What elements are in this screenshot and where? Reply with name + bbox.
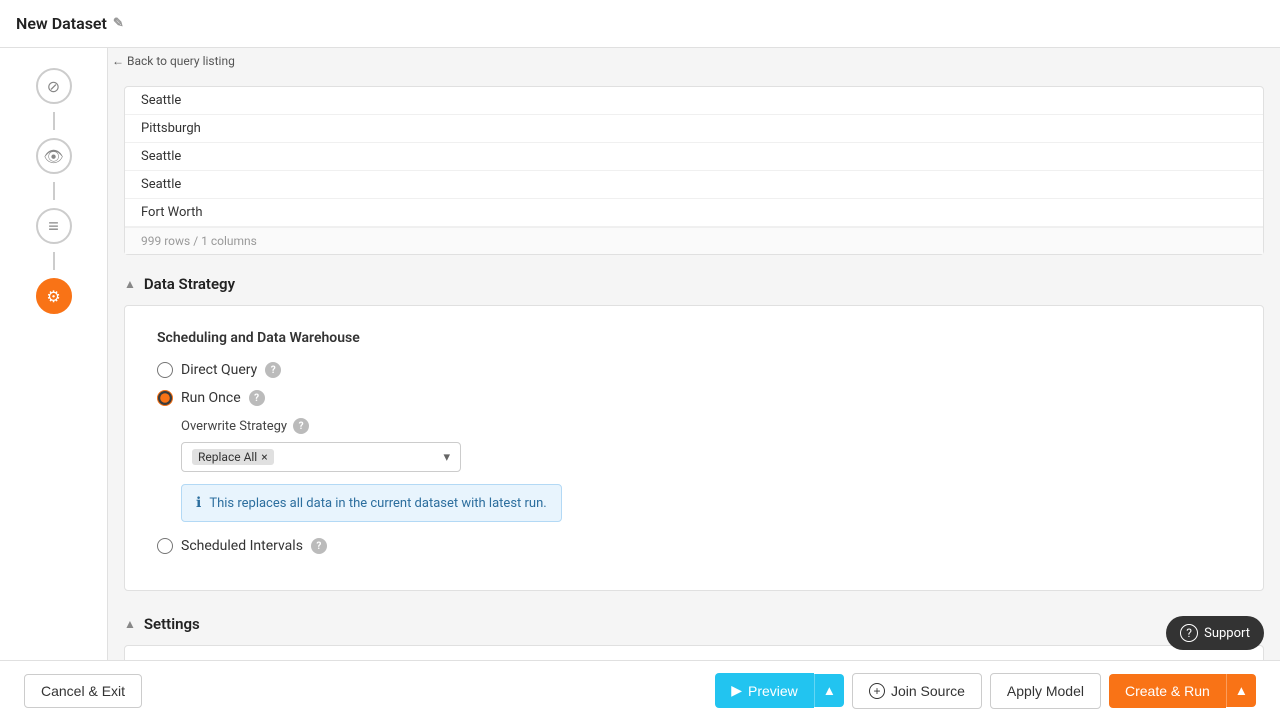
join-source-label: Join Source xyxy=(891,683,965,699)
scheduled-intervals-help-icon[interactable]: ? xyxy=(311,538,327,554)
run-once-label: Run Once xyxy=(181,390,241,406)
direct-query-label: Direct Query xyxy=(181,362,257,378)
plus-circle-icon: + xyxy=(869,683,885,699)
sidebar-circle-1: ⊘ xyxy=(36,68,72,104)
title-text: New Dataset xyxy=(16,14,107,33)
run-once-help-icon[interactable]: ? xyxy=(249,390,265,406)
tag-close-icon[interactable]: × xyxy=(261,450,267,464)
preview-dropdown-button[interactable]: ▲ xyxy=(814,674,844,707)
direct-query-radio[interactable] xyxy=(157,362,173,378)
main-content: Seattle Pittsburgh Seattle Seattle Fort … xyxy=(108,48,1280,660)
connector-2 xyxy=(53,182,55,200)
data-strategy-header[interactable]: ▲ Data Strategy xyxy=(124,263,1264,305)
table-row: Seattle xyxy=(125,171,1263,199)
cancel-exit-button[interactable]: Cancel & Exit xyxy=(24,674,142,708)
preview-table: Seattle Pittsburgh Seattle Seattle Fort … xyxy=(125,87,1263,227)
run-once-option[interactable]: Run Once ? xyxy=(157,390,1231,406)
info-message: This replaces all data in the current da… xyxy=(209,496,546,511)
scheduling-title: Scheduling and Data Warehouse xyxy=(157,330,1231,346)
bottom-bar: Cancel & Exit ▶ Preview ▲ + Join Source … xyxy=(0,660,1280,720)
sidebar-item-2[interactable]: 👁 xyxy=(0,130,107,182)
sidebar-item-1[interactable]: ⊘ xyxy=(0,60,107,112)
run-once-radio[interactable] xyxy=(157,390,173,406)
chevron-up-icon-2: ▲ xyxy=(1235,683,1248,698)
direct-query-help-icon[interactable]: ? xyxy=(265,362,281,378)
data-preview-card: Seattle Pittsburgh Seattle Seattle Fort … xyxy=(124,86,1264,255)
scheduled-intervals-radio[interactable] xyxy=(157,538,173,554)
preview-button[interactable]: ▶ Preview xyxy=(715,673,814,708)
top-bar: New Dataset ✎ xyxy=(0,0,1280,48)
settings-body: Dataset Name* ? Categories ? xyxy=(124,645,1264,660)
overwrite-help-icon[interactable]: ? xyxy=(293,418,309,434)
support-button[interactable]: ? Support xyxy=(1166,616,1264,650)
connector-3 xyxy=(53,252,55,270)
sidebar-item-3[interactable]: ≡ xyxy=(0,200,107,252)
settings-title: Settings xyxy=(144,615,200,633)
support-circle-icon: ? xyxy=(1180,624,1198,642)
preview-footer: 999 rows / 1 columns xyxy=(125,227,1263,254)
sidebar-circle-3: ≡ xyxy=(36,208,72,244)
back-link[interactable]: ← Back to query listing xyxy=(112,50,235,72)
data-strategy-title: Data Strategy xyxy=(144,275,235,293)
info-icon: ℹ xyxy=(196,495,201,511)
overwrite-strategy-label: Overwrite Strategy ? xyxy=(181,418,1231,434)
create-run-button[interactable]: Create & Run xyxy=(1109,674,1226,708)
sidebar-item-4[interactable]: ⚙ xyxy=(0,270,107,322)
play-icon: ▶ xyxy=(731,682,742,699)
table-row: Seattle xyxy=(125,143,1263,171)
sidebar-circle-2: 👁 xyxy=(36,138,72,174)
footer-text: 999 rows / 1 columns xyxy=(141,234,257,248)
back-label: ← Back to query listing xyxy=(112,54,235,68)
edit-icon[interactable]: ✎ xyxy=(113,16,124,31)
scheduled-intervals-option[interactable]: Scheduled Intervals ? xyxy=(157,538,1231,554)
settings-collapse-icon: ▲ xyxy=(124,617,136,631)
scheduled-intervals-label: Scheduled Intervals xyxy=(181,538,303,554)
chevron-down-icon: ▾ xyxy=(443,450,450,465)
sidebar: ⊘ 👁 ≡ ⚙ xyxy=(0,48,108,720)
join-source-button[interactable]: + Join Source xyxy=(852,673,982,709)
action-buttons-group: ▶ Preview ▲ + Join Source Apply Model Cr… xyxy=(715,673,1256,709)
table-row: Pittsburgh xyxy=(125,115,1263,143)
info-box: ℹ This replaces all data in the current … xyxy=(181,484,562,522)
preview-label: Preview xyxy=(748,683,798,699)
chevron-up-icon: ▲ xyxy=(823,683,836,698)
settings-header[interactable]: ▲ Settings xyxy=(124,603,1264,645)
page-title: New Dataset ✎ xyxy=(16,14,124,33)
apply-model-button[interactable]: Apply Model xyxy=(990,673,1101,709)
connector-1 xyxy=(53,112,55,130)
table-row: Seattle xyxy=(125,87,1263,115)
sidebar-circle-4: ⚙ xyxy=(36,278,72,314)
settings-section: ▲ Settings Dataset Name* ? Categories ? xyxy=(124,603,1264,660)
support-label: Support xyxy=(1204,626,1250,641)
create-run-dropdown-button[interactable]: ▲ xyxy=(1226,674,1256,707)
dropdown-wrapper: Replace All × ▾ xyxy=(181,442,1231,472)
data-strategy-body: Scheduling and Data Warehouse Direct Que… xyxy=(124,305,1264,591)
overwrite-label-text: Overwrite Strategy xyxy=(181,419,287,434)
overwrite-strategy-dropdown[interactable]: Replace All × ▾ xyxy=(181,442,461,472)
dropdown-value: Replace All xyxy=(198,450,257,464)
table-row: Fort Worth xyxy=(125,199,1263,227)
dropdown-tag: Replace All × xyxy=(192,449,274,465)
direct-query-option[interactable]: Direct Query ? xyxy=(157,362,1231,378)
data-strategy-section: ▲ Data Strategy Scheduling and Data Ware… xyxy=(124,263,1264,591)
collapse-icon: ▲ xyxy=(124,277,136,291)
